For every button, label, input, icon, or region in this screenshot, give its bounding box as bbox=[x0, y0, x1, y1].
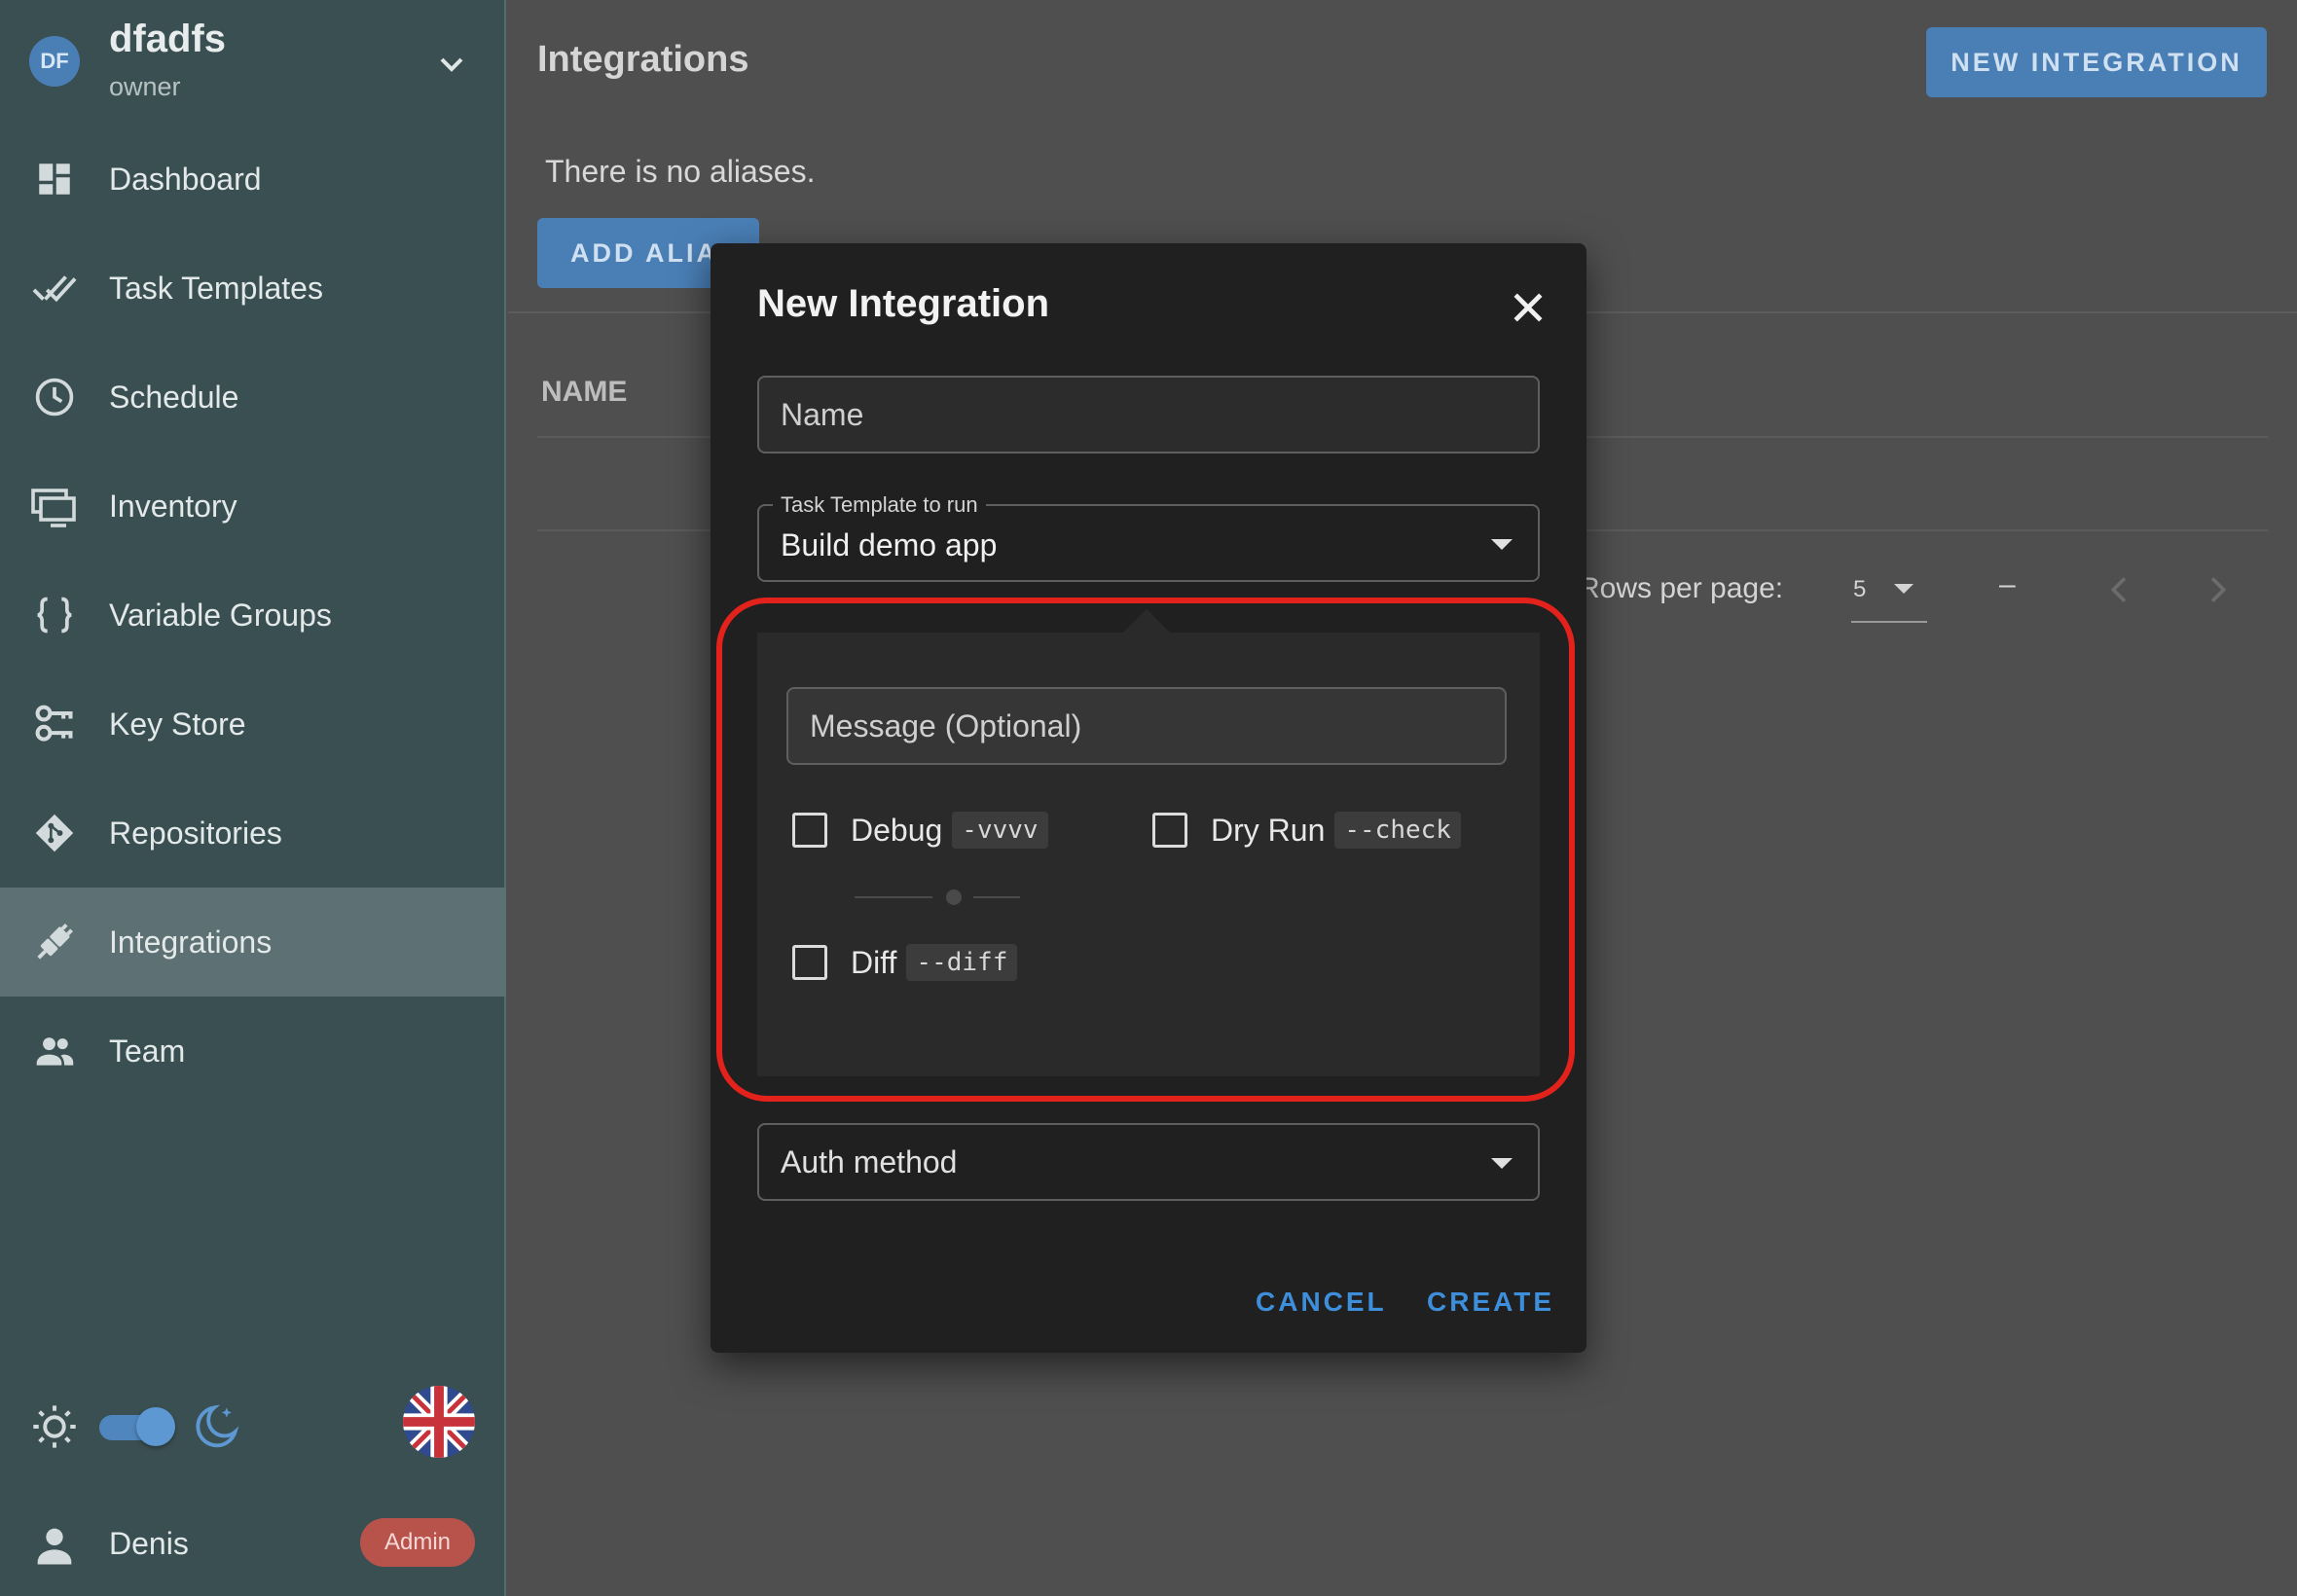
sun-icon bbox=[33, 1405, 76, 1448]
slider-track bbox=[973, 896, 1020, 898]
dark-mode-toggle[interactable] bbox=[99, 1407, 175, 1446]
admin-badge: Admin bbox=[360, 1518, 475, 1567]
sidebar-item-label: Schedule bbox=[109, 379, 239, 415]
dashboard-icon bbox=[29, 154, 80, 204]
sidebar-item-dashboard[interactable]: Dashboard bbox=[0, 125, 506, 234]
task-template-value: Build demo app bbox=[781, 527, 998, 562]
auth-method-placeholder: Auth method bbox=[781, 1144, 958, 1179]
diff-flag: --diff bbox=[906, 944, 1018, 981]
person-icon bbox=[37, 1528, 72, 1565]
sidebar-item-task-templates[interactable]: Task Templates bbox=[0, 234, 506, 343]
create-button[interactable]: CREATE bbox=[1427, 1287, 1554, 1318]
sidebar-item-schedule[interactable]: Schedule bbox=[0, 343, 506, 452]
slider-track bbox=[855, 896, 932, 898]
checkbox-box[interactable] bbox=[1152, 813, 1187, 848]
user-name: Denis bbox=[109, 1526, 189, 1561]
dry-run-checkbox[interactable]: Dry Run --check bbox=[1152, 812, 1461, 849]
no-aliases-text: There is no aliases. bbox=[545, 154, 816, 189]
prev-page-icon[interactable] bbox=[2100, 568, 2139, 611]
sidebar-item-team[interactable]: Team bbox=[0, 997, 506, 1106]
verbosity-slider[interactable] bbox=[855, 888, 1020, 907]
sidebar-item-inventory[interactable]: Inventory bbox=[0, 452, 506, 561]
current-user[interactable]: Denis Admin bbox=[0, 1503, 506, 1580]
new-integration-dialog: New Integration Name Task Template to ru… bbox=[711, 243, 1586, 1353]
moon-icon bbox=[196, 1404, 239, 1448]
sidebar-item-label: Task Templates bbox=[109, 270, 323, 306]
braces-icon bbox=[29, 590, 80, 640]
dropdown-arrow-icon bbox=[1491, 539, 1513, 550]
debug-flag: -vvvv bbox=[952, 812, 1048, 849]
sidebar-item-label: Dashboard bbox=[109, 161, 262, 197]
page-range: – bbox=[1999, 568, 2016, 600]
column-header-name[interactable]: NAME bbox=[541, 376, 627, 409]
name-input[interactable]: Name bbox=[757, 376, 1540, 453]
sidebar-item-label: Key Store bbox=[109, 706, 246, 742]
monitor-icon bbox=[29, 481, 80, 531]
next-page-icon[interactable] bbox=[2198, 568, 2237, 611]
sidebar-nav: Dashboard Task Templates Schedule Invent… bbox=[0, 125, 506, 1106]
chevron-down-icon[interactable] bbox=[432, 45, 471, 84]
sidebar-item-label: Repositories bbox=[109, 815, 282, 851]
toggle-thumb bbox=[136, 1407, 175, 1446]
project-role: owner bbox=[109, 72, 181, 101]
plug-icon bbox=[29, 917, 80, 967]
rows-per-page-select[interactable]: 5 bbox=[1851, 570, 1927, 623]
message-input[interactable]: Message (Optional) bbox=[786, 687, 1507, 765]
dialog-title: New Integration bbox=[757, 282, 1050, 325]
sidebar: DF dfadfs owner Dashboard Task Templates… bbox=[0, 0, 506, 1596]
slider-thumb[interactable] bbox=[946, 889, 962, 905]
keys-icon bbox=[29, 699, 80, 749]
uk-flag-icon[interactable] bbox=[403, 1386, 475, 1458]
name-placeholder: Name bbox=[781, 397, 864, 432]
checkbox-box[interactable] bbox=[792, 813, 827, 848]
team-icon bbox=[29, 1026, 80, 1076]
dropdown-arrow-icon bbox=[1491, 1158, 1513, 1169]
diff-label: Diff bbox=[851, 944, 897, 980]
dropdown-arrow-icon bbox=[1894, 584, 1914, 594]
double-check-icon bbox=[29, 263, 80, 313]
cancel-button[interactable]: CANCEL bbox=[1256, 1287, 1387, 1318]
project-selector[interactable]: DF dfadfs owner bbox=[0, 0, 506, 127]
checkbox-box[interactable] bbox=[792, 945, 827, 980]
sidebar-item-variable-groups[interactable]: Variable Groups bbox=[0, 561, 506, 670]
new-integration-button[interactable]: NEW INTEGRATION bbox=[1926, 27, 2267, 97]
rows-per-page-value: 5 bbox=[1853, 576, 1867, 602]
clock-icon bbox=[29, 372, 80, 422]
task-template-select[interactable]: Task Template to run Build demo app bbox=[757, 492, 1540, 582]
panel-notch bbox=[1118, 608, 1175, 665]
debug-label: Debug bbox=[851, 812, 943, 848]
message-placeholder: Message (Optional) bbox=[810, 708, 1082, 744]
task-template-label: Task Template to run bbox=[773, 492, 986, 518]
diff-checkbox[interactable]: Diff --diff bbox=[792, 944, 1018, 981]
sidebar-item-integrations[interactable]: Integrations bbox=[0, 888, 506, 997]
sidebar-item-label: Team bbox=[109, 1033, 186, 1069]
git-icon bbox=[29, 808, 80, 858]
project-name: dfadfs bbox=[109, 18, 226, 60]
rows-per-page-label: Rows per page: bbox=[1579, 572, 1784, 604]
dry-run-flag: --check bbox=[1334, 812, 1461, 849]
debug-checkbox[interactable]: Debug -vvvv bbox=[792, 812, 1048, 849]
task-options-panel: Message (Optional) Debug -vvvv Dry Run -… bbox=[757, 608, 1540, 1076]
sidebar-item-key-store[interactable]: Key Store bbox=[0, 670, 506, 779]
dry-run-label: Dry Run bbox=[1211, 812, 1326, 848]
close-icon[interactable] bbox=[1507, 286, 1550, 329]
project-avatar: DF bbox=[29, 36, 80, 87]
sidebar-item-label: Variable Groups bbox=[109, 597, 332, 633]
sidebar-item-label: Integrations bbox=[109, 924, 273, 960]
sidebar-item-repositories[interactable]: Repositories bbox=[0, 779, 506, 888]
sidebar-item-label: Inventory bbox=[109, 488, 237, 524]
page-title: Integrations bbox=[537, 39, 749, 80]
auth-method-select[interactable]: Auth method bbox=[757, 1123, 1540, 1201]
